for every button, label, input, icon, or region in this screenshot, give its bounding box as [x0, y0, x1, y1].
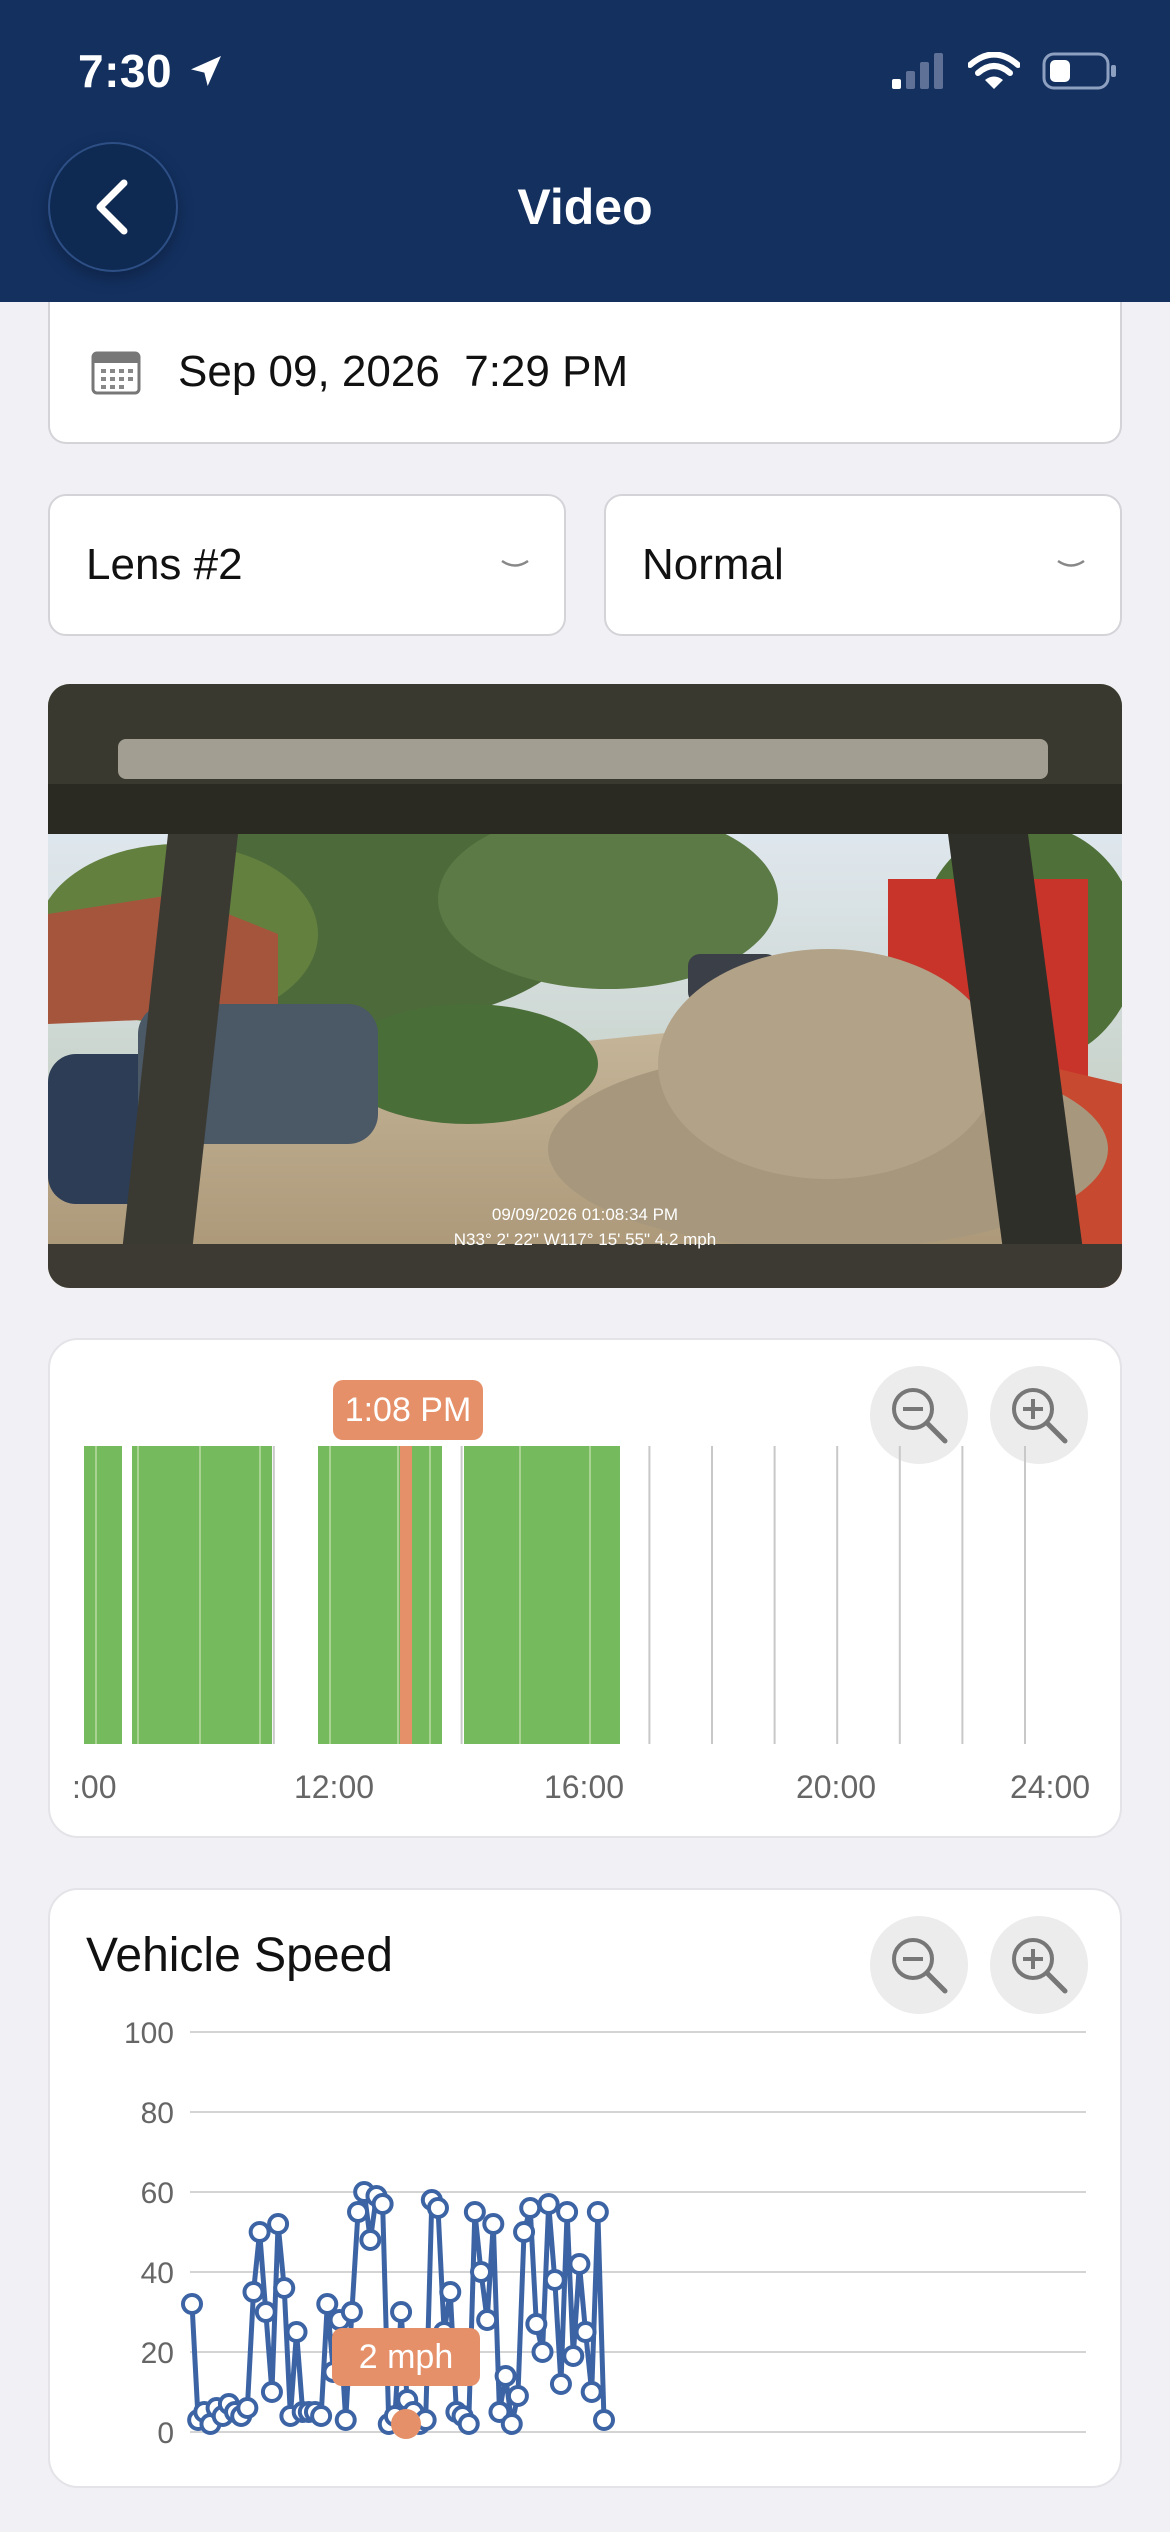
speed-y-tick-label: 0 [157, 2417, 174, 2450]
speed-data-point[interactable] [359, 2229, 382, 2251]
timeline-tick-label: 16:00 [544, 1769, 624, 1805]
speed-data-point[interactable] [494, 2365, 517, 2387]
speed-data-point[interactable] [181, 2293, 203, 2315]
page-title: Video [517, 179, 653, 235]
video-overlay-timestamp: 09/09/2026 01:08:34 PM [492, 1205, 678, 1224]
vehicle-speed-panel: Vehicle Speed 0 20 40 60 80 100 2 mph [48, 1888, 1122, 2488]
speed-data-point[interactable] [236, 2397, 259, 2419]
playback-mode-select[interactable]: Normal [604, 494, 1122, 636]
app-header: 7:30 Video [0, 0, 1170, 302]
speed-data-point[interactable] [285, 2321, 308, 2343]
video-player[interactable]: 09/09/2026 01:08:34 PM N33° 2' 22" W117°… [48, 684, 1122, 1288]
speed-data-point[interactable] [470, 2261, 493, 2283]
location-arrow-icon [191, 56, 222, 86]
timeline-recording-segment[interactable] [464, 1446, 620, 1744]
speed-data-point[interactable] [310, 2405, 333, 2427]
speed-data-point[interactable] [457, 2413, 480, 2435]
playback-mode-value: Normal [642, 540, 784, 589]
speed-data-point[interactable] [248, 2221, 271, 2243]
timeline-tick-label: 12:00 [294, 1769, 374, 1805]
speed-data-point[interactable] [267, 2213, 290, 2235]
speed-data-point[interactable] [334, 2409, 357, 2431]
recording-timeline-panel: :00 12:00 16:00 20:00 24:00 1:08 PM [48, 1338, 1122, 1838]
speed-data-point[interactable] [439, 2281, 462, 2303]
speed-data-point[interactable] [316, 2293, 339, 2315]
speed-y-tick-label: 60 [141, 2177, 174, 2210]
video-frame-image: 09/09/2026 01:08:34 PM N33° 2' 22" W117°… [48, 684, 1122, 1288]
lens-select-value: Lens #2 [86, 540, 243, 589]
speed-data-point[interactable] [476, 2309, 499, 2331]
speed-data-point[interactable] [347, 2201, 370, 2223]
speed-data-point[interactable] [371, 2193, 394, 2215]
date-time-value: Sep 09, 2026 7:29 PM [178, 347, 629, 396]
speed-data-point[interactable] [273, 2277, 296, 2299]
battery-icon [1042, 52, 1116, 90]
video-overlay-gps: N33° 2' 22" W117° 15' 55" 4.2 mph [454, 1230, 716, 1249]
speed-data-point[interactable] [463, 2201, 486, 2223]
speed-data-point[interactable] [580, 2381, 603, 2403]
speed-data-point[interactable] [586, 2201, 609, 2223]
speed-data-point[interactable] [260, 2381, 283, 2403]
speed-y-tick-label: 80 [141, 2097, 174, 2130]
speed-current-point [391, 2409, 421, 2439]
speed-data-point[interactable] [562, 2345, 585, 2367]
timeline-tick-label: :00 [72, 1769, 116, 1805]
speed-data-point[interactable] [506, 2385, 529, 2407]
speed-data-point[interactable] [568, 2253, 591, 2275]
speed-data-point[interactable] [426, 2197, 449, 2219]
timeline-recording-segment[interactable] [132, 1446, 272, 1744]
status-indicators [892, 52, 1118, 90]
status-time: 7:30 [78, 44, 226, 98]
timeline-playhead [400, 1446, 412, 1744]
speed-data-point[interactable] [556, 2201, 579, 2223]
wifi-icon [968, 52, 1020, 89]
speed-data-point[interactable] [390, 2301, 413, 2323]
timeline-time-tooltip: 1:08 PM [333, 1380, 483, 1440]
speed-data-point[interactable] [500, 2413, 523, 2435]
timeline-tick-label: 20:00 [796, 1769, 876, 1805]
speed-chart[interactable]: 0 20 40 60 80 100 [50, 1890, 1124, 2490]
status-time-text: 7:30 [78, 45, 173, 97]
timeline-tick-label: 24:00 [1010, 1769, 1090, 1805]
speed-data-point[interactable] [593, 2409, 615, 2431]
speed-data-point[interactable] [254, 2301, 277, 2323]
speed-data-point[interactable] [537, 2193, 560, 2215]
speed-y-tick-label: 40 [141, 2257, 174, 2290]
timeline-recording-segment[interactable] [84, 1446, 122, 1744]
speed-data-point[interactable] [482, 2213, 505, 2235]
chevron-down-icon [501, 559, 529, 567]
speed-data-point[interactable] [543, 2269, 566, 2291]
chevron-down-icon [1057, 559, 1085, 567]
speed-data-point[interactable] [242, 2281, 265, 2303]
speed-data-point[interactable] [549, 2373, 572, 2395]
timeline-recording-segment[interactable] [318, 1446, 442, 1744]
timeline-track[interactable]: :00 12:00 16:00 20:00 24:00 [50, 1340, 1124, 1840]
speed-data-point[interactable] [513, 2221, 536, 2243]
speed-data-point[interactable] [574, 2321, 597, 2343]
calendar-icon [91, 351, 141, 395]
speed-data-point[interactable] [525, 2313, 548, 2335]
speed-y-tick-label: 20 [141, 2337, 174, 2370]
speed-y-tick-label: 100 [124, 2017, 174, 2050]
speed-data-point[interactable] [340, 2301, 363, 2323]
speed-data-point[interactable] [531, 2341, 554, 2363]
cellular-signal-icon [892, 53, 943, 89]
speed-data-point[interactable] [519, 2197, 542, 2219]
speed-value-tooltip: 2 mph [332, 2328, 480, 2386]
lens-select[interactable]: Lens #2 [48, 494, 566, 636]
date-time-picker[interactable]: Sep 09, 2026 7:29 PM [48, 302, 1122, 444]
